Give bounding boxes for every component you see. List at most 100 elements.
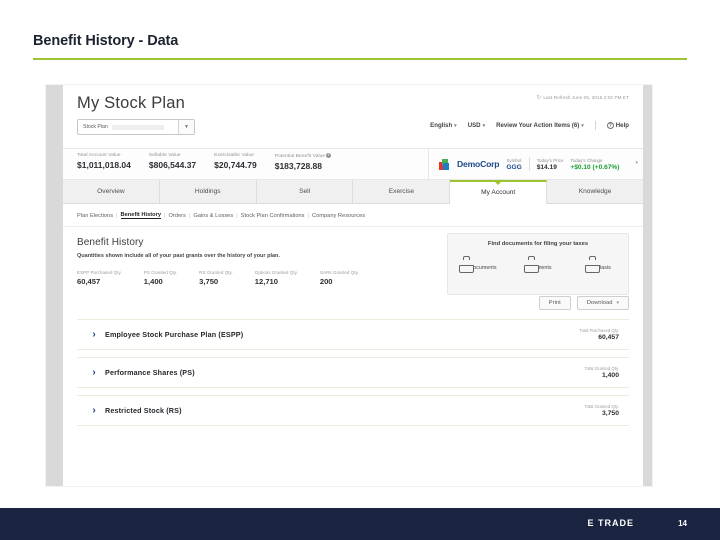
app-page: My Stock Plan ↻ Last Refresh June 06, 20…: [63, 85, 643, 486]
plan-row-restricted-stock[interactable]: › Restricted Stock (RS) Total Granted Qt…: [77, 395, 629, 426]
quote-change: Today's Change +$0.10 (+0.67%): [570, 158, 619, 171]
subnav-item-gains-losses[interactable]: Gains & Losses: [193, 213, 233, 219]
metric-value: $1,011,018.04: [77, 160, 131, 170]
metric-label-text: Potential Benefit Value: [274, 154, 326, 159]
language-menu-label: English: [430, 122, 453, 129]
subnav-item-benefit-history[interactable]: Benefit History: [120, 212, 161, 219]
tab-sell[interactable]: Sell: [257, 180, 354, 203]
quote-price: Today's Price $14.19: [537, 158, 564, 171]
plan-row-name: Employee Stock Purchase Plan (ESPP): [105, 330, 244, 339]
cost-basis-link[interactable]: Cost Basis: [570, 256, 626, 274]
metric-label: Potential Benefit Value?: [274, 153, 332, 159]
tax-documents-link[interactable]: Tax Documents: [450, 256, 506, 274]
chevron-down-icon: ▾: [581, 122, 584, 129]
qty-ps-granted: PS Granted Qty. 1,400: [144, 270, 199, 286]
quote-symbol: Symbol GGG: [506, 158, 521, 171]
quote-change-value: +$0.10 (+0.67%): [570, 163, 620, 171]
benefit-history-section: Benefit History Quantities shown include…: [63, 227, 643, 295]
account-summary-bar: Total Account Value $1,011,018.04 Sellab…: [63, 148, 643, 180]
plan-row-metric: Total Granted Qty. 1,400: [584, 366, 619, 379]
stock-plan-select-label: Stock Plan: [83, 124, 108, 130]
plan-row-metric-label: Total Granted Qty.: [584, 404, 619, 409]
subnav-item-orders[interactable]: Orders: [168, 213, 185, 219]
plan-row-name: Performance Shares (PS): [105, 368, 195, 377]
metric-exercisable-value: Exercisable Value $20,744.79: [214, 153, 275, 179]
subnav-item-company-resources[interactable]: Company Resources: [312, 213, 365, 219]
quote-price-value: $14.19: [536, 163, 557, 171]
app-header: My Stock Plan ↻ Last Refresh June 06, 20…: [63, 85, 643, 148]
metric-value: $20,744.79: [214, 160, 257, 170]
help-link[interactable]: ? Help: [606, 122, 629, 129]
left-rail: [46, 85, 63, 486]
tax-panel-heading: Find documents for filing your taxes: [487, 241, 589, 247]
language-menu[interactable]: English ▾: [430, 122, 457, 129]
last-refresh-text: Last Refresh June 06, 2016 2:02 PM ET: [543, 95, 629, 100]
tab-exercise[interactable]: Exercise: [353, 180, 451, 203]
plan-row-performance-shares[interactable]: › Performance Shares (PS) Total Granted …: [77, 357, 629, 388]
qty-sars-granted: SARs Granted Qty. 200: [320, 270, 381, 286]
company-name: DemoCorp: [457, 159, 500, 169]
chevron-down-icon[interactable]: ▼: [178, 120, 194, 134]
help-link-label: Help: [615, 122, 629, 129]
stock-plan-select[interactable]: Stock Plan ▼: [77, 119, 195, 135]
subnav-item-stock-plan-confirmations[interactable]: Stock Plan Confirmations: [241, 213, 305, 219]
qty-value: 200: [319, 277, 333, 286]
etrade-logo-text: E TRADE: [587, 518, 634, 528]
info-icon[interactable]: ?: [326, 153, 332, 158]
action-items-menu-label: Review Your Action Items (6): [496, 122, 580, 129]
plan-row-name: Restricted Stock (RS): [105, 406, 182, 415]
metric-potential-benefit-value: Potential Benefit Value? $183,728.88: [275, 153, 349, 179]
metric-total-account-value: Total Account Value $1,011,018.04: [77, 153, 149, 179]
tab-my-account[interactable]: My Account: [450, 180, 548, 204]
tax-panel-items: Tax Documents Statements Cost Basis: [448, 256, 628, 274]
subnav-item-plan-elections[interactable]: Plan Elections: [77, 213, 113, 219]
quote-symbol-value: GGG: [506, 163, 522, 171]
qty-value: 3,750: [199, 277, 219, 286]
quote-divider: [528, 157, 530, 171]
chevron-right-icon[interactable]: ›: [83, 329, 105, 340]
qty-label: Options Granted Qty.: [254, 270, 298, 275]
statements-link[interactable]: Statements: [510, 256, 566, 274]
slide-footer: E TRADE 14: [0, 508, 720, 540]
tab-overview[interactable]: Overview: [63, 180, 160, 203]
title-underline: [33, 58, 687, 60]
plan-row-metric-value: 1,400: [601, 372, 619, 379]
last-refresh: ↻ Last Refresh June 06, 2016 2:02 PM ET: [536, 94, 629, 101]
header-links: English ▾ USD ▾ Review Your Action Items…: [430, 121, 629, 130]
sub-navigation: Plan Elections | Benefit History | Order…: [63, 204, 643, 227]
metric-sellable-value: Sellable Value $806,544.37: [149, 153, 214, 179]
qty-value: 12,710: [254, 277, 279, 286]
plan-row-metric-value: 3,750: [601, 410, 619, 417]
etrade-logo: E TRADE: [587, 518, 634, 528]
print-button[interactable]: Print: [538, 296, 571, 310]
qty-label: ESPP Purchased Qty.: [77, 270, 122, 275]
subnav-separator: |: [236, 212, 238, 219]
tax-documents-panel: Find documents for filing your taxes Tax…: [447, 233, 629, 295]
tab-holdings[interactable]: Holdings: [160, 180, 257, 203]
action-items-menu[interactable]: Review Your Action Items (6) ▾: [496, 122, 584, 129]
quote-change-label: Today's Change: [570, 157, 603, 163]
democorp-logo-icon: [439, 158, 450, 170]
plan-row-metric-label: Total Granted Qty.: [584, 366, 619, 371]
metric-label: Total Account Value: [77, 153, 121, 158]
plan-rows: › Employee Stock Purchase Plan (ESPP) To…: [63, 310, 643, 426]
subnav-separator: |: [163, 212, 166, 219]
tab-knowledge[interactable]: Knowledge: [547, 180, 643, 203]
qty-value: 1,400: [143, 277, 163, 286]
qty-rs-granted: RS Granted Qty. 3,750: [199, 270, 255, 286]
qty-label: PS Granted Qty.: [143, 270, 178, 275]
refresh-icon: ↻: [536, 95, 542, 101]
download-button[interactable]: Download ▾: [576, 296, 629, 310]
slide: Benefit History - Data My Stock Plan ↻ L…: [0, 0, 720, 540]
main-tabs: Overview Holdings Sell Exercise My Accou…: [63, 180, 643, 204]
qty-espp-purchased: ESPP Purchased Qty. 60,457: [77, 270, 144, 286]
chevron-down-icon[interactable]: ▾: [635, 160, 638, 166]
download-button-label: Download: [586, 300, 613, 306]
chevron-right-icon[interactable]: ›: [83, 367, 105, 378]
chevron-right-icon[interactable]: ›: [83, 405, 105, 416]
currency-menu[interactable]: USD ▾: [468, 122, 485, 129]
metric-value: $806,544.37: [148, 160, 197, 170]
plan-row-espp[interactable]: › Employee Stock Purchase Plan (ESPP) To…: [77, 319, 629, 350]
qty-value: 60,457: [77, 277, 101, 286]
metric-value: $183,728.88: [274, 161, 322, 171]
